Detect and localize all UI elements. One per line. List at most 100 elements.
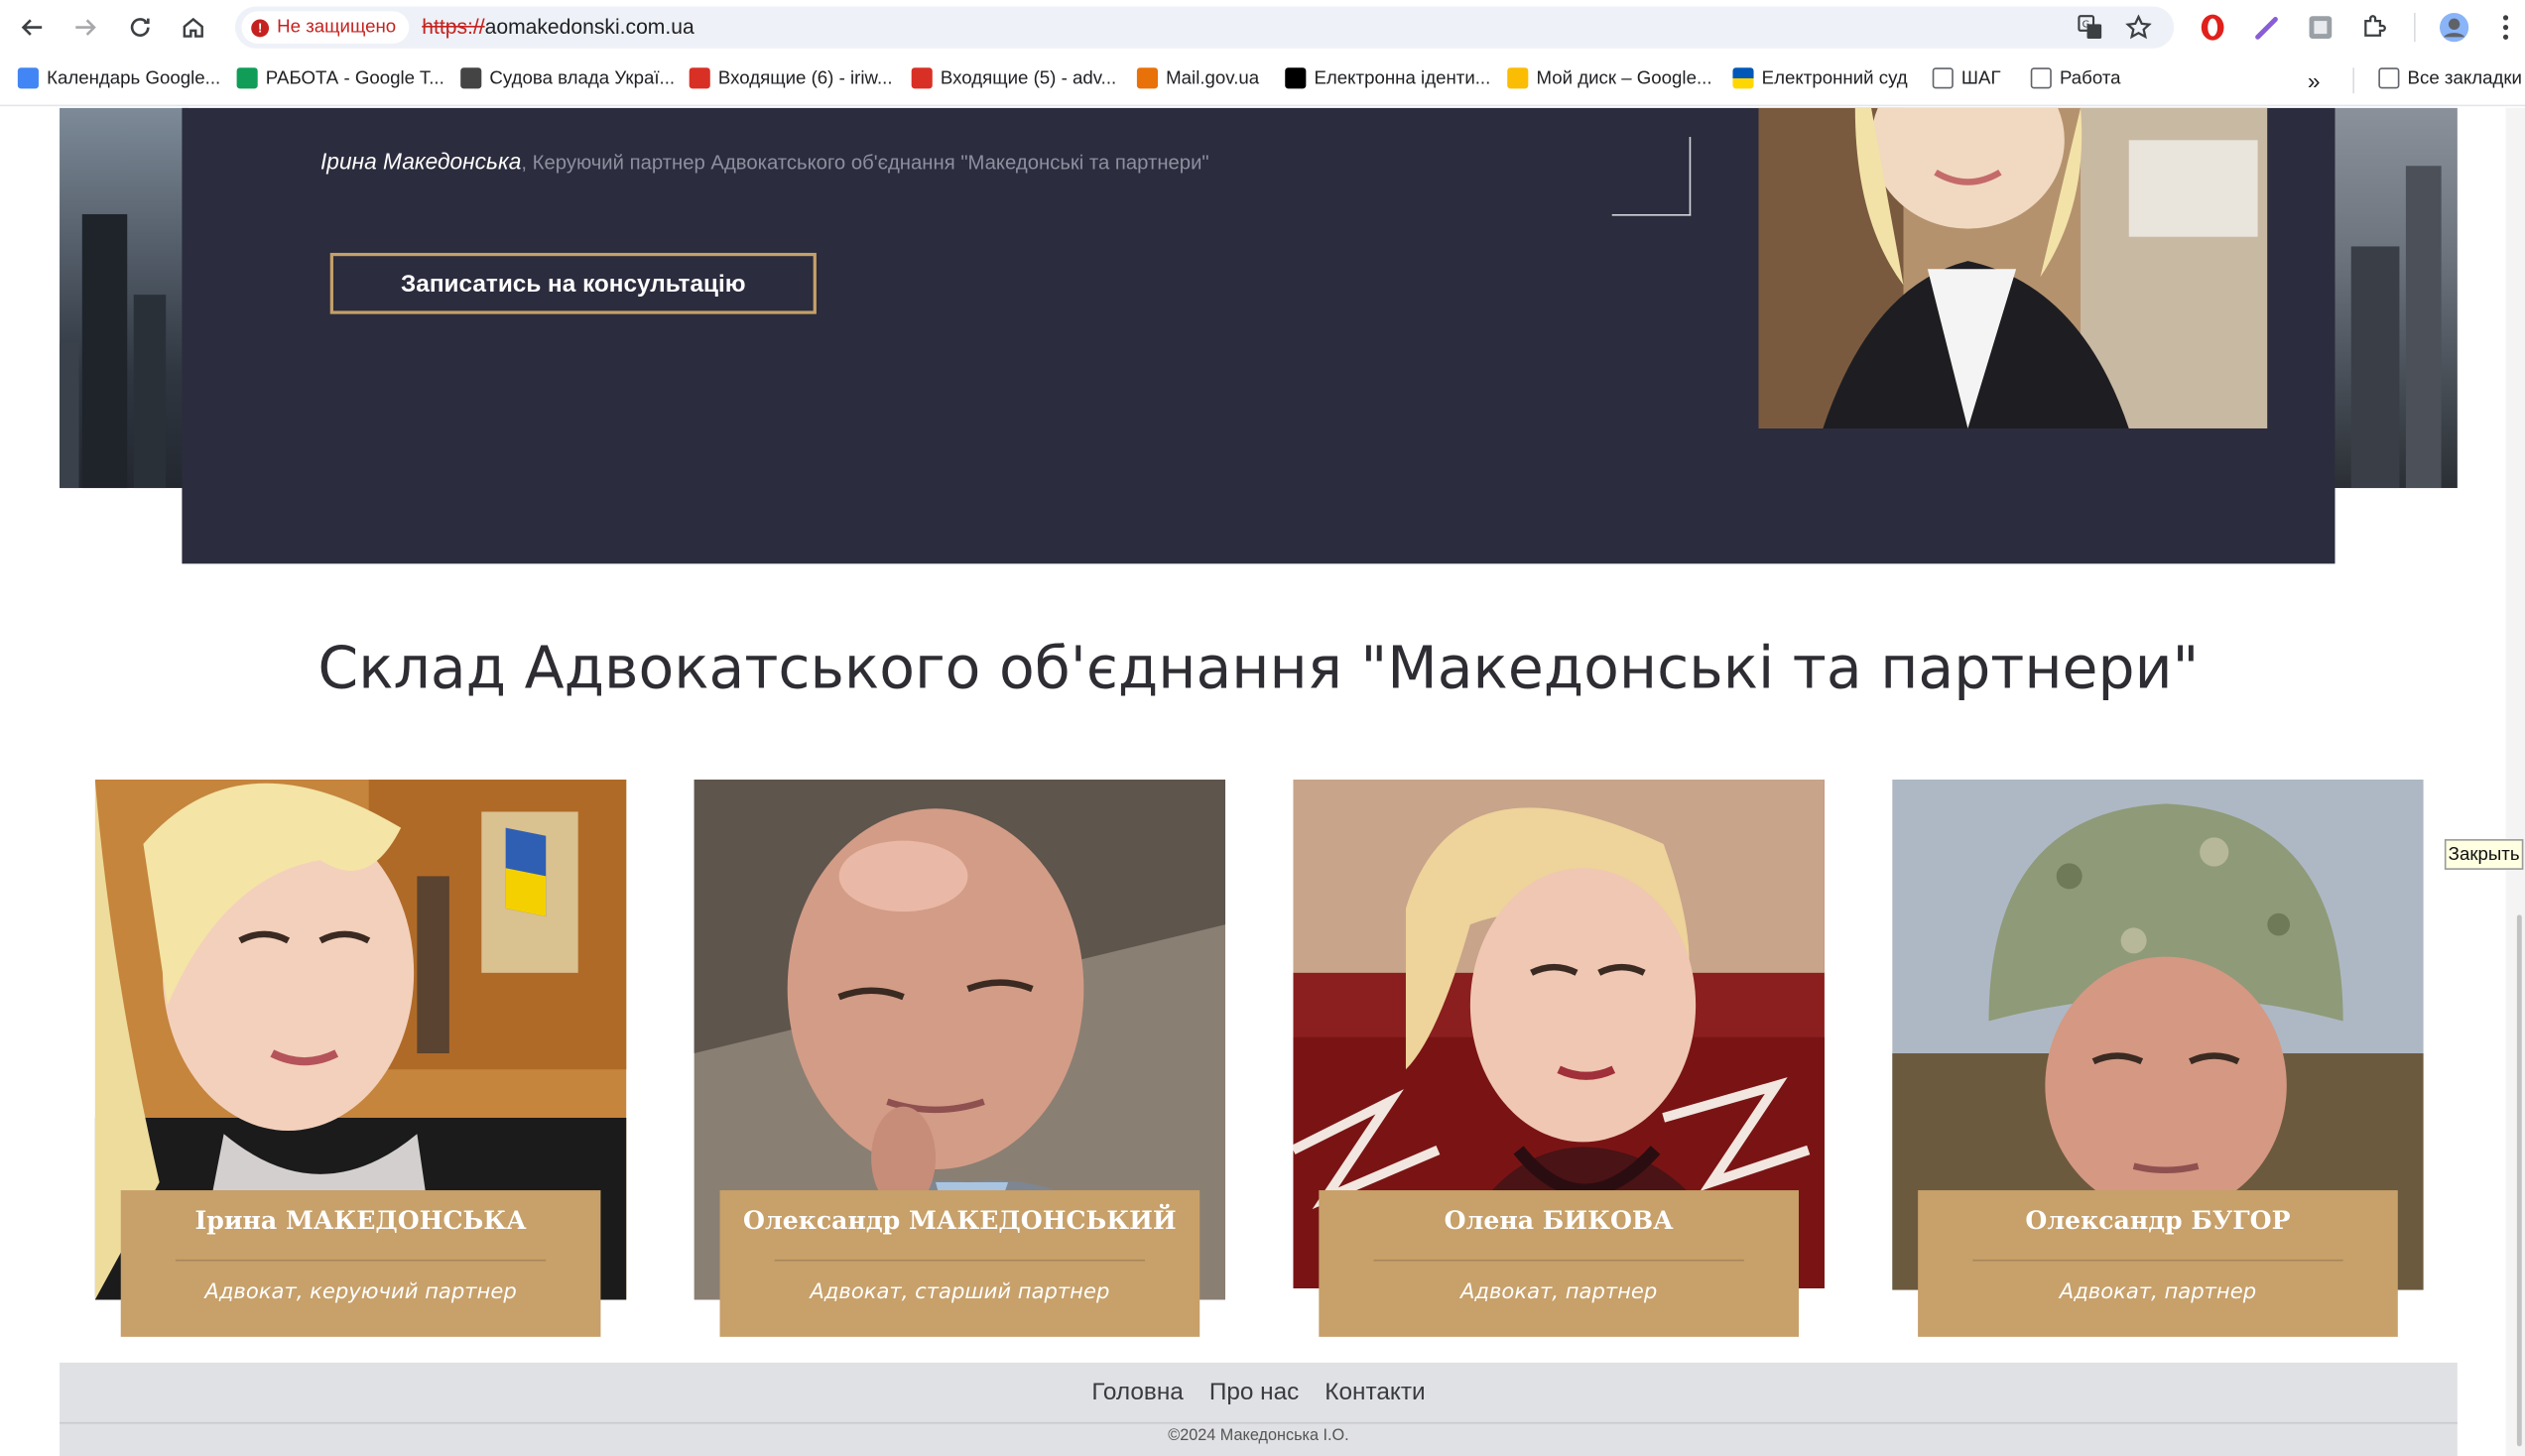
bookmark-gmail-1[interactable]: Входящие (6) - iriw... (689, 67, 893, 89)
team-member-name: Олександр БУГОР (2025, 1204, 2291, 1236)
bookmark-mail-gov[interactable]: Mail.gov.ua (1136, 67, 1260, 89)
browser-window: ! Не защищено https://aomakedonski.com.u… (0, 0, 2525, 1456)
copyright-text: ©2024 Македонська І.О. (1168, 1426, 1349, 1445)
bookmark-label: РАБОТА - Google T... (265, 68, 444, 88)
bookmark-diia[interactable]: Електронна іденти... (1285, 67, 1491, 89)
portrait-image (1758, 107, 2268, 428)
building (133, 295, 167, 489)
address-bar[interactable]: ! Не защищено https://aomakedonski.com.u… (234, 6, 2175, 49)
building (2350, 246, 2400, 489)
ukraine-flag-icon (1732, 67, 1754, 89)
scrollbar-track[interactable] (2505, 107, 2525, 1456)
back-button[interactable] (15, 10, 51, 46)
bookmark-folder-shag[interactable]: ШАГ (1932, 67, 2001, 89)
reload-button[interactable] (122, 10, 158, 46)
label-divider (1972, 1259, 2343, 1262)
pen-extension-icon[interactable] (2251, 11, 2283, 43)
bookmark-gmail-2[interactable]: Входящие (5) - adv... (911, 67, 1117, 89)
team-member-role: Адвокат, партнер (1459, 1280, 1658, 1305)
arrow-left-icon (21, 19, 43, 36)
bookmark-label: Календарь Google... (47, 68, 221, 88)
team-card[interactable]: Олександр БУГОР Адвокат, партнер (1892, 779, 2424, 1343)
team-member-label: Ірина МАКЕДОНСЬКА Адвокат, керуючий парт… (120, 1190, 601, 1337)
quote-author: Ірина Македонська (319, 148, 522, 175)
toolbar-divider (2414, 12, 2416, 43)
diia-icon (1285, 67, 1307, 89)
scrollbar-thumb[interactable] (2516, 914, 2522, 1447)
team-section-title: Склад Адвокатського об'єднання "Македонс… (317, 636, 2200, 703)
team-member-label: Олександр МАКЕДОНСЬКИЙ Адвокат, старший … (719, 1190, 1200, 1337)
quote-author-role: Керуючий партнер Адвокатського об'єднанн… (532, 151, 1209, 175)
bookmarks-overflow-chevron-icon[interactable]: » (2308, 67, 2321, 93)
label-divider (175, 1259, 547, 1262)
team-member-label: Олександр БУГОР Адвокат, партнер (1918, 1190, 2398, 1337)
city-background-right (2335, 107, 2458, 489)
bookmark-label: Все закладки (2407, 68, 2522, 88)
bookmark-label: Електронний суд (1761, 68, 1908, 88)
url-scheme: https:// (422, 14, 485, 39)
arrow-right-icon (75, 19, 96, 36)
security-label: Не защищено (277, 17, 397, 38)
calendar-icon (17, 67, 39, 89)
bookmark-label: Мой диск – Google... (1536, 68, 1712, 88)
team-card[interactable]: Ірина МАКЕДОНСЬКА Адвокат, керуючий парт… (94, 779, 627, 1343)
team-card[interactable]: Олександр МАКЕДОНСЬКИЙ Адвокат, старший … (694, 779, 1226, 1343)
team-member-label: Олена БИКОВА Адвокат, партнер (1319, 1190, 1800, 1337)
label-divider (1373, 1259, 1744, 1262)
translate-icon[interactable]: G (2078, 15, 2103, 41)
warning-icon: ! (251, 18, 270, 37)
extensions-puzzle-icon[interactable] (2357, 11, 2389, 43)
label-divider (774, 1259, 1146, 1262)
reload-icon (130, 18, 150, 37)
screenshot-extension-icon[interactable] (2305, 11, 2336, 43)
quote-separator: , (521, 151, 533, 175)
bookmarks-bar: Календарь Google... РАБОТА - Google T...… (0, 55, 2525, 107)
hero-quote-section: Ірина Македонська, Керуючий партнер Адво… (182, 107, 2336, 564)
bookmark-label: Електронна іденти... (1314, 68, 1491, 88)
profile-avatar-icon[interactable] (2438, 11, 2469, 43)
city-background-left (60, 107, 189, 489)
bookmark-label: Входящие (5) - adv... (940, 68, 1117, 88)
team-card[interactable]: Олена БИКОВА Адвокат, партнер (1293, 779, 1825, 1343)
star-icon[interactable] (2125, 14, 2152, 41)
mail-gov-icon (1136, 67, 1159, 89)
team-member-role: Адвокат, старший партнер (810, 1280, 1110, 1305)
security-indicator[interactable]: ! Не защищено (241, 11, 410, 44)
building (81, 213, 128, 489)
home-button[interactable] (176, 10, 211, 46)
bookmark-folder-rabota[interactable]: Работа (2030, 67, 2121, 89)
bookmark-label: ШАГ (1960, 68, 2001, 88)
bookmark-court[interactable]: Судова влада Украї... (460, 67, 675, 89)
svg-text:G: G (2083, 20, 2090, 31)
folder-icon (2378, 67, 2400, 89)
url-host: aomakedonski.com.ua (484, 14, 694, 39)
more-menu-icon[interactable] (2489, 11, 2521, 43)
folder-icon (2030, 67, 2052, 89)
home-icon (183, 17, 203, 38)
bookmark-calendar[interactable]: Календарь Google... (17, 67, 221, 89)
building (60, 342, 79, 489)
close-tooltip: Закрыть (2444, 839, 2524, 870)
forward-button[interactable] (67, 10, 103, 46)
bookmark-e-court[interactable]: Електронний суд (1732, 67, 1908, 89)
footer-link-about[interactable]: Про нас (1209, 1379, 1300, 1406)
bookmark-rabota-sheets[interactable]: РАБОТА - Google T... (236, 67, 444, 89)
gmail-icon (689, 67, 710, 89)
opera-icon[interactable] (2197, 11, 2228, 43)
footer-link-home[interactable]: Головна (1091, 1379, 1184, 1406)
footer-link-contacts[interactable]: Контакти (1325, 1379, 1425, 1406)
book-consultation-button[interactable]: Записатись на консультацію (329, 252, 817, 314)
bookmark-google-drive[interactable]: Мой диск – Google... (1507, 67, 1712, 89)
sheets-icon (236, 67, 258, 89)
building (2405, 166, 2442, 489)
gmail-icon (911, 67, 933, 89)
browser-toolbar: ! Не защищено https://aomakedonski.com.u… (0, 0, 2525, 56)
bookmark-all-bookmarks[interactable]: Все закладки (2378, 67, 2522, 89)
team-member-role: Адвокат, партнер (2059, 1280, 2257, 1305)
site-footer: Головна Про нас Контакти ©2024 Македонсь… (60, 1362, 2458, 1456)
bookmarks-divider (2352, 67, 2354, 94)
bookmark-label: Mail.gov.ua (1166, 68, 1260, 88)
footer-nav: Головна Про нас Контакти (60, 1379, 2458, 1406)
url-text[interactable]: https://aomakedonski.com.ua (422, 15, 694, 39)
bookmark-label: Работа (2059, 68, 2121, 88)
